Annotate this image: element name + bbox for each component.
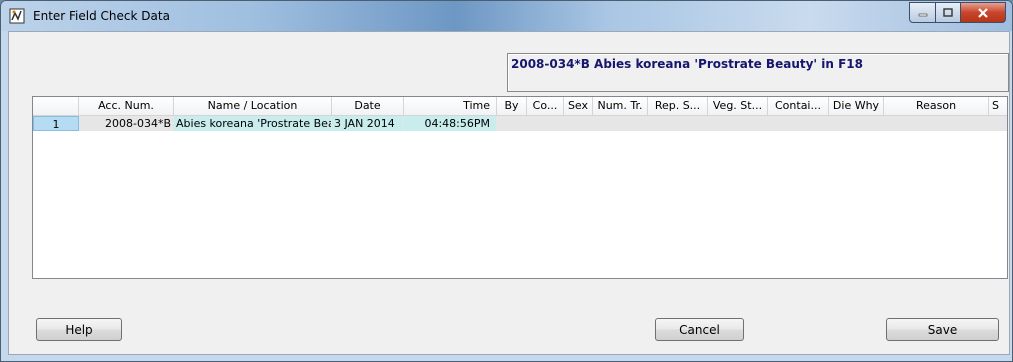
field-check-icon — [9, 8, 25, 24]
column-header-name-location[interactable]: Name / Location — [174, 97, 332, 115]
cell-acc-num[interactable]: 2008-034*B — [79, 116, 174, 131]
help-button[interactable]: Help — [36, 318, 122, 341]
cancel-button[interactable]: Cancel — [655, 318, 744, 341]
dialog-client-area: 2008-034*B Abies koreana 'Prostrate Beau… — [8, 31, 1010, 355]
window-title: Enter Field Check Data — [33, 9, 170, 23]
column-header-s[interactable]: S — [989, 97, 1007, 115]
cell-time[interactable]: 04:48:56PM — [404, 116, 497, 131]
column-header-acc-num[interactable]: Acc. Num. — [79, 97, 174, 115]
close-button[interactable] — [961, 2, 1006, 23]
maximize-icon — [943, 7, 953, 17]
column-header-by[interactable]: By — [497, 97, 527, 115]
title-bar[interactable]: Enter Field Check Data — [1, 1, 1012, 31]
table-row[interactable]: 1 2008-034*B Abies koreana 'Prostrate Be… — [33, 116, 1007, 131]
column-header-num-tr[interactable]: Num. Tr. — [593, 97, 648, 115]
field-check-grid[interactable]: Acc. Num. Name / Location Date Time By C… — [32, 96, 1008, 279]
cell-remaining[interactable] — [497, 116, 1007, 131]
record-info-text: 2008-034*B Abies koreana 'Prostrate Beau… — [511, 57, 863, 71]
minimize-icon — [918, 13, 927, 16]
cell-name-location[interactable]: Abies koreana 'Prostrate Beauty' in F18 — [174, 116, 332, 131]
column-header-veg-status[interactable]: Veg. St... — [708, 97, 768, 115]
field-check-window: Enter Field Check Data 2008-034*B Abies … — [0, 0, 1013, 362]
close-icon — [978, 7, 988, 18]
maximize-button[interactable] — [936, 2, 961, 23]
column-header-date[interactable]: Date — [332, 97, 404, 115]
minimize-button[interactable] — [909, 2, 936, 23]
column-header-time[interactable]: Time — [404, 97, 497, 115]
row-number[interactable]: 1 — [33, 116, 79, 131]
column-header-sex[interactable]: Sex — [564, 97, 593, 115]
column-header-die-why[interactable]: Die Why — [829, 97, 884, 115]
column-header-rep-status[interactable]: Rep. S... — [648, 97, 708, 115]
column-header-reason[interactable]: Reason — [884, 97, 989, 115]
save-button[interactable]: Save — [886, 318, 999, 341]
column-header-container[interactable]: Contai... — [768, 97, 829, 115]
record-info-box: 2008-034*B Abies koreana 'Prostrate Beau… — [507, 53, 1009, 92]
column-header-condition[interactable]: Co... — [527, 97, 564, 115]
row-header-corner — [33, 97, 79, 115]
grid-header: Acc. Num. Name / Location Date Time By C… — [33, 97, 1007, 116]
cell-date[interactable]: 3 JAN 2014 — [332, 116, 404, 131]
